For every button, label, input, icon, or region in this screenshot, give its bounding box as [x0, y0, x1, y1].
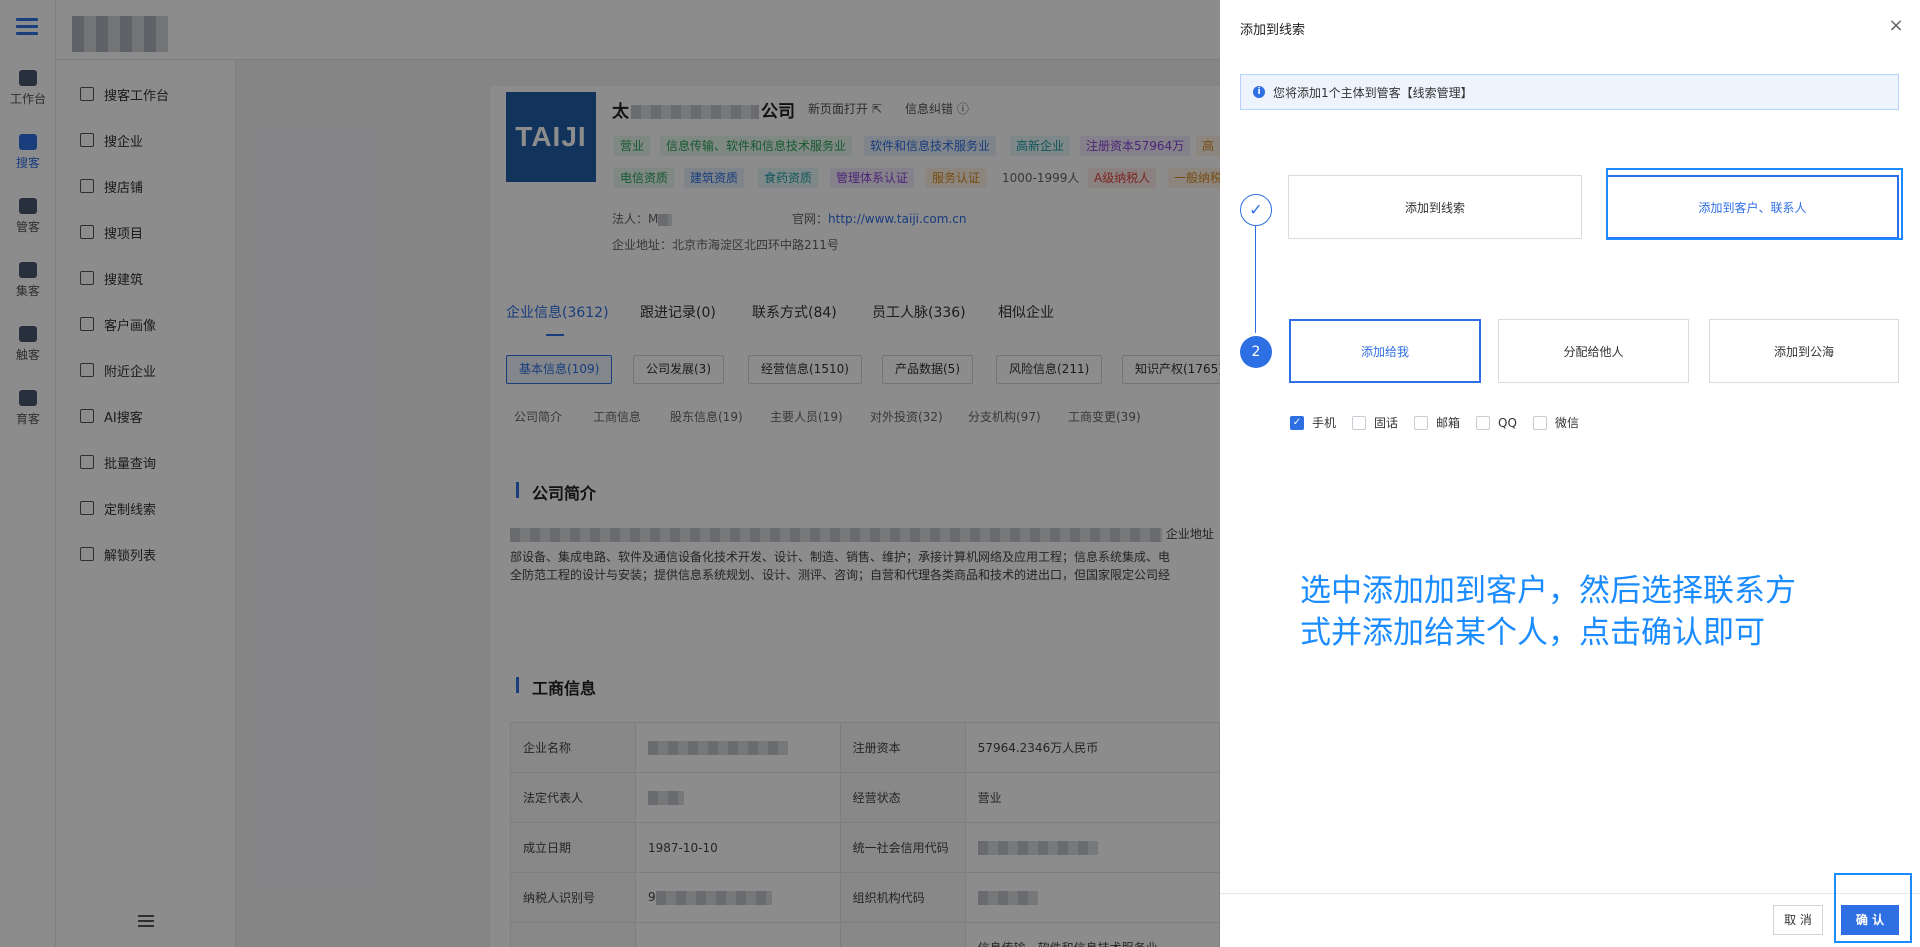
tutorial-annotation: 选中添加加到客户，然后选择联系方式并添加给某个人，点击确认即可: [1300, 573, 1796, 651]
confirm-button[interactable]: 确 认: [1841, 905, 1899, 935]
option-add-to-leads[interactable]: 添加到线索: [1288, 175, 1582, 239]
checkbox-email[interactable]: 邮箱: [1414, 414, 1460, 431]
info-text: 您将添加1个主体到管客【线索管理】: [1273, 85, 1473, 100]
option-add-to-customer[interactable]: 添加到客户、联系人: [1606, 175, 1899, 239]
step-2-number: 2: [1240, 336, 1272, 368]
option-assign-to-me[interactable]: 添加给我: [1289, 319, 1481, 383]
close-icon[interactable]: ×: [1886, 16, 1906, 36]
step-connector: [1255, 226, 1256, 333]
drawer-title: 添加到线索: [1240, 23, 1306, 38]
cancel-button[interactable]: 取 消: [1773, 905, 1823, 935]
checkbox-qq[interactable]: QQ: [1476, 414, 1517, 431]
modal-overlay[interactable]: [0, 0, 1220, 947]
info-alert: i 您将添加1个主体到管客【线索管理】: [1240, 74, 1899, 110]
add-to-leads-drawer: 添加到线索 × i 您将添加1个主体到管客【线索管理】 ✓ 2 添加到线索 添加…: [1220, 0, 1920, 947]
checkbox-checked-icon: ✓: [1290, 415, 1304, 430]
footer-divider: [1220, 893, 1920, 894]
checkbox-phone[interactable]: 固话: [1352, 414, 1398, 431]
contact-type-checkboxes: ✓ 手机 固话 邮箱 QQ 微信: [1290, 414, 1595, 431]
option-add-to-pool[interactable]: 添加到公海: [1709, 319, 1899, 383]
info-icon: i: [1253, 86, 1265, 98]
checkbox-mobile[interactable]: ✓ 手机: [1290, 414, 1336, 431]
checkbox-wechat[interactable]: 微信: [1532, 414, 1579, 431]
step-1-check-icon: ✓: [1240, 194, 1272, 226]
option-assign-to-others[interactable]: 分配给他人: [1498, 319, 1689, 383]
